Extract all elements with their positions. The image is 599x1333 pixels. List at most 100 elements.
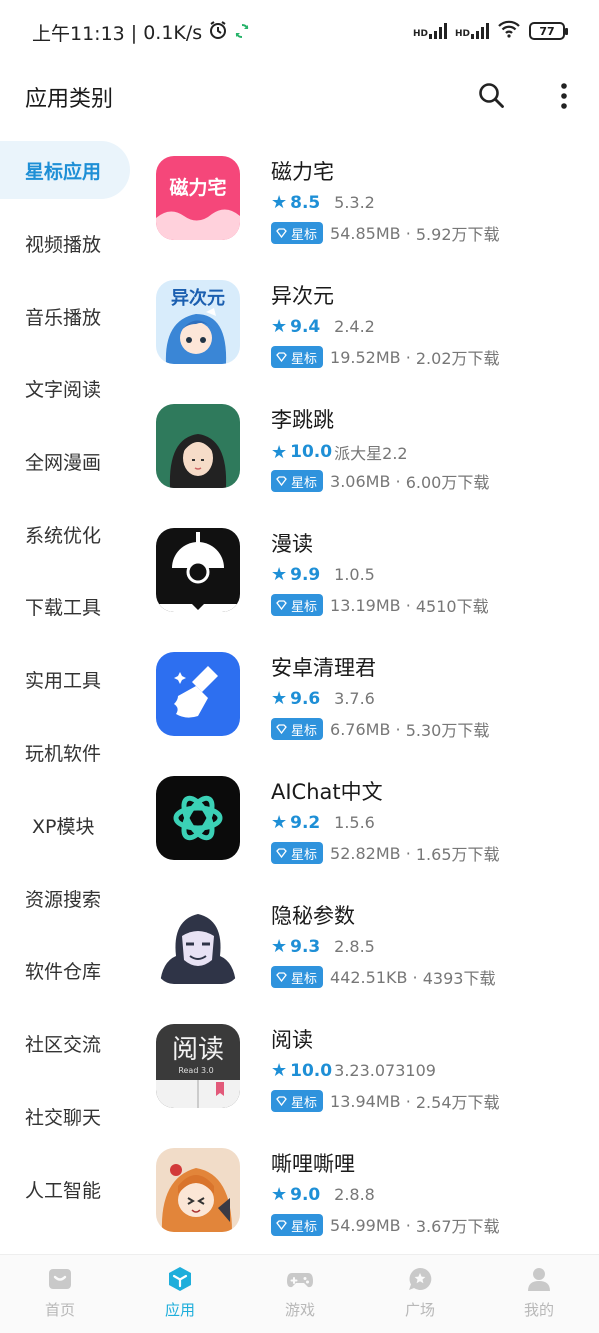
app-size: 54.85MB xyxy=(330,223,401,243)
list-item[interactable]: AIChat中文 ★ 9.2 1.5.6 星标 52.82MB · 1.65万下… xyxy=(138,754,599,878)
star-icon: ★ xyxy=(271,316,288,337)
badge-label: 星标 xyxy=(291,227,318,243)
nav-label: 首页 xyxy=(44,1301,75,1319)
app-version: 3.23.073109 xyxy=(334,1061,436,1080)
badge-label: 星标 xyxy=(291,351,318,367)
sidebar-item-comics[interactable]: 全网漫画 xyxy=(0,432,130,490)
app-version: 2.8.8 xyxy=(334,1185,375,1204)
star-icon: ★ xyxy=(271,936,288,957)
list-item[interactable]: 阅读 Read 3.0 阅读 ★ 10.0 3.23.073109 星标 13.9… xyxy=(138,1002,599,1126)
sidebar-item-system[interactable]: 系统优化 xyxy=(0,505,130,563)
signal-icon: HD xyxy=(413,23,447,39)
app-name: 磁力宅 xyxy=(271,160,334,184)
diamond-icon xyxy=(276,352,287,362)
app-version: 派大星2.2 xyxy=(334,444,408,463)
sidebar-item-resource-search[interactable]: 资源搜索 xyxy=(0,869,130,927)
star-icon: ★ xyxy=(271,192,288,213)
starred-badge: 星标 xyxy=(271,594,324,616)
list-item[interactable]: 异次元 异次元 ★ 9.4 2.4.2 星标 19.52MB · 2.02万下载 xyxy=(138,258,599,382)
app-version: 2.4.2 xyxy=(334,317,375,336)
starred-badge: 星标 xyxy=(271,966,324,988)
diamond-icon xyxy=(276,476,287,486)
list-item[interactable]: 漫读 ★ 9.9 1.0.5 星标 13.19MB · 4510下载 xyxy=(138,506,599,630)
list-item[interactable]: 安卓清理君 ★ 9.6 3.7.6 星标 6.76MB · 5.30万下载 xyxy=(138,630,599,754)
sidebar-item-community[interactable]: 社区交流 xyxy=(0,1014,130,1072)
badge-label: 星标 xyxy=(291,1219,318,1235)
sidebar-item-reading[interactable]: 文字阅读 xyxy=(0,359,130,417)
app-size: 6.76MB xyxy=(330,719,391,739)
star-icon: ★ xyxy=(271,441,288,463)
sidebar-item-starred[interactable]: 星标应用 xyxy=(0,141,130,199)
alarm-icon xyxy=(208,20,228,45)
sidebar-item-ai[interactable]: 人工智能 xyxy=(0,1160,130,1218)
sidebar-item-social[interactable]: 社交聊天 xyxy=(0,1087,130,1145)
sidebar-item-app-store[interactable]: 软件仓库 xyxy=(0,941,130,999)
badge-label: 星标 xyxy=(291,475,318,491)
more-options-button[interactable] xyxy=(548,78,580,114)
sidebar-item-tweaks[interactable]: 玩机软件 xyxy=(0,723,130,781)
app-downloads: 4510下载 xyxy=(415,597,489,616)
nav-label: 应用 xyxy=(164,1301,195,1319)
app-rating: 9.6 xyxy=(290,688,321,709)
star-icon: ★ xyxy=(271,812,288,833)
app-name: AIChat中文 xyxy=(271,780,383,804)
app-list: 磁力宅 磁力宅 ★ 8.5 5.3.2 星标 54.85MB · 5.92万下载… xyxy=(138,134,599,1254)
svg-text:磁力宅: 磁力宅 xyxy=(169,176,226,199)
app-name: 漫读 xyxy=(271,532,313,556)
app-name: 阅读 xyxy=(271,1028,313,1052)
sidebar-item-download[interactable]: 下载工具 xyxy=(0,577,130,635)
nav-square[interactable]: 广场 xyxy=(380,1265,460,1329)
app-downloads: 4393下载 xyxy=(422,969,496,988)
nav-label: 广场 xyxy=(404,1301,435,1319)
list-item[interactable]: 嘶哩嘶哩 ★ 9.0 2.8.8 星标 54.99MB · 3.67万下载 xyxy=(138,1126,599,1250)
app-downloads: 6.00万下载 xyxy=(405,473,490,492)
diamond-icon xyxy=(276,1096,287,1106)
starred-badge: 星标 xyxy=(271,222,324,244)
star-icon: ★ xyxy=(271,688,288,709)
app-rating: 8.5 xyxy=(290,192,321,213)
battery-level: 77 xyxy=(539,24,555,38)
starred-badge: 星标 xyxy=(271,1090,324,1112)
diamond-icon xyxy=(276,228,287,238)
battery-icon: 77 xyxy=(529,22,568,40)
home-icon xyxy=(49,1269,71,1289)
ciliz-icon: 磁力宅 xyxy=(156,156,240,240)
app-version: 1.0.5 xyxy=(334,565,375,584)
app-size: 52.82MB xyxy=(330,843,401,863)
list-item[interactable]: 磁力宅 磁力宅 ★ 8.5 5.3.2 星标 54.85MB · 5.92万下载 xyxy=(138,134,599,258)
app-size: 13.19MB xyxy=(330,595,401,615)
app-rating: 9.9 xyxy=(290,564,321,585)
badge-label: 星标 xyxy=(291,1095,318,1111)
nav-apps[interactable]: 应用 xyxy=(140,1265,220,1329)
diamond-icon xyxy=(276,1220,287,1230)
nav-games[interactable]: 游戏 xyxy=(260,1265,340,1329)
yuedu-icon: 阅读 Read 3.0 xyxy=(156,1024,240,1108)
sync-icon xyxy=(234,22,250,44)
search-button[interactable] xyxy=(474,78,510,114)
app-rating: 9.2 xyxy=(290,812,321,833)
badge-label: 星标 xyxy=(291,723,318,739)
starred-badge: 星标 xyxy=(271,718,324,740)
nav-profile[interactable]: 我的 xyxy=(499,1265,579,1329)
app-size: 13.94MB xyxy=(330,1091,401,1111)
yuedu-icon-text: 阅读 xyxy=(172,1035,224,1065)
app-header: 应用类别 xyxy=(0,64,599,128)
app-name: 隐秘参数 xyxy=(271,904,355,928)
search-icon xyxy=(479,83,504,108)
sidebar-item-video[interactable]: 视频播放 xyxy=(0,214,130,272)
sidebar-item-music[interactable]: 音乐播放 xyxy=(0,287,130,345)
list-item[interactable]: 李跳跳 ★ 10.0 派大星2.2 星标 3.06MB · 6.00万下载 xyxy=(138,382,599,506)
app-name: 嘶哩嘶哩 xyxy=(271,1152,355,1176)
app-size: 54.99MB xyxy=(330,1215,401,1235)
nav-label: 游戏 xyxy=(284,1301,315,1319)
sim1-label: HD xyxy=(412,29,428,39)
yuedu-icon-subtext: Read 3.0 xyxy=(178,1066,213,1075)
status-net-speed: | 0.1K/s xyxy=(130,21,203,44)
yiciyuan-icon: 异次元 xyxy=(156,280,240,364)
badge-label: 星标 xyxy=(291,971,318,987)
sidebar-item-utilities[interactable]: 实用工具 xyxy=(0,650,130,708)
app-rating: 9.3 xyxy=(290,936,321,957)
nav-home[interactable]: 首页 xyxy=(20,1265,100,1329)
list-item[interactable]: 隐秘参数 ★ 9.3 2.8.5 星标 442.51KB · 4393下载 xyxy=(138,878,599,1002)
sidebar-item-xposed[interactable]: XP模块 xyxy=(0,796,130,854)
